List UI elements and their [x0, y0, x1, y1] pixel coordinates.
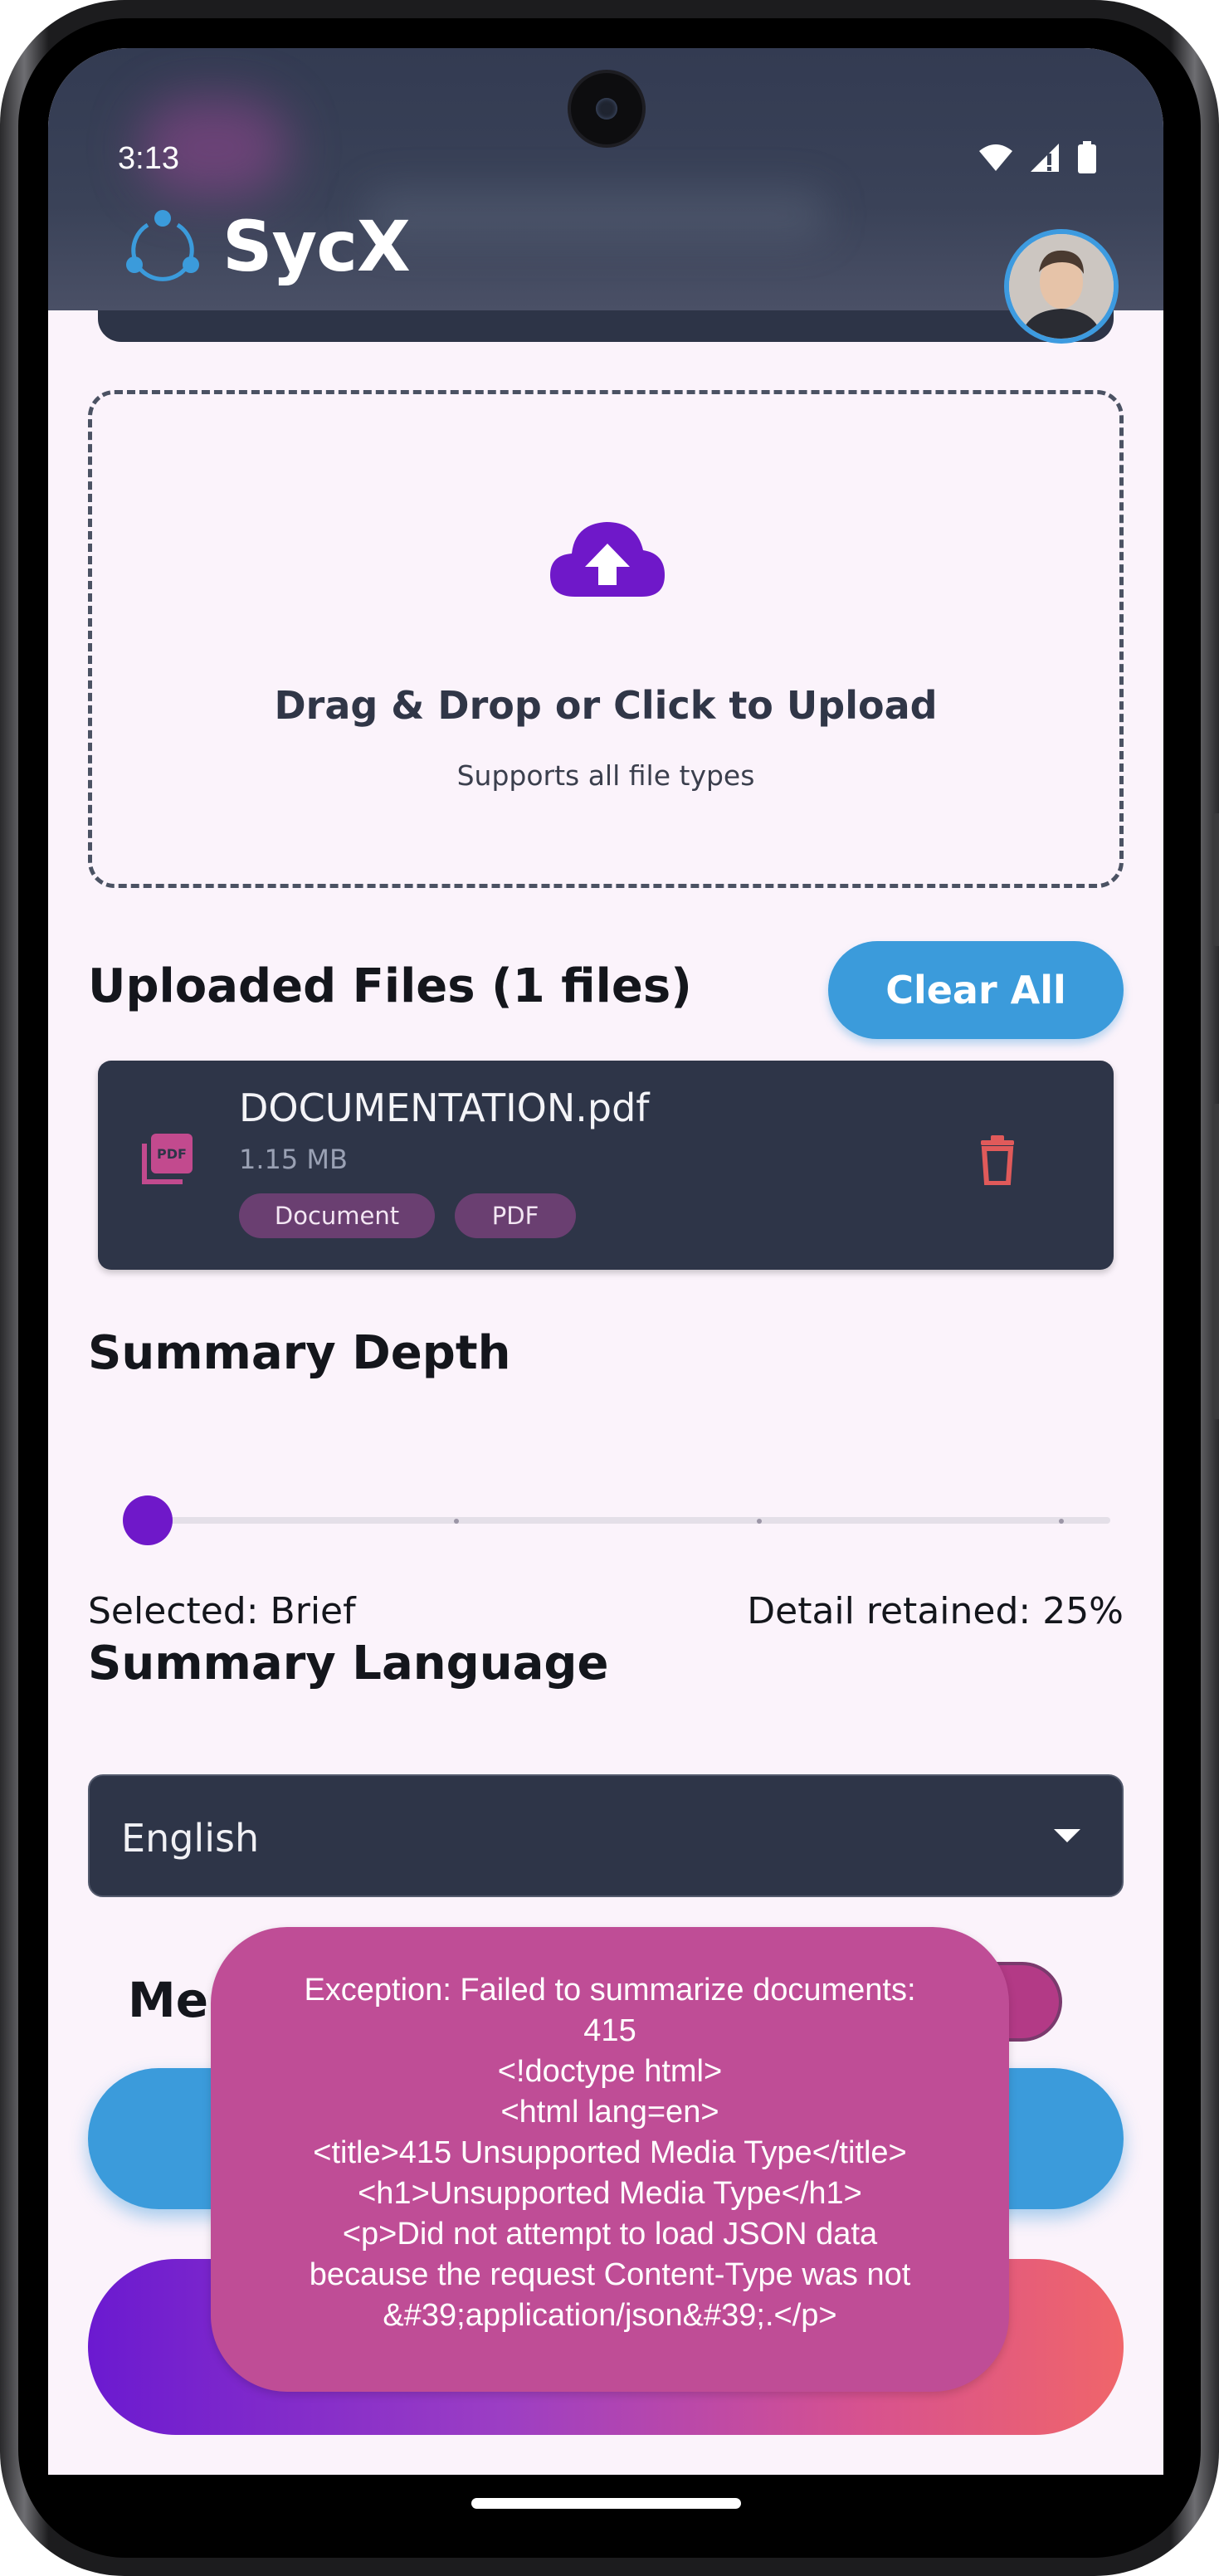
language-select[interactable]: English: [88, 1774, 1124, 1897]
summary-language-heading: Summary Language: [88, 1637, 609, 1690]
upload-title: Drag & Drop or Click to Upload: [274, 683, 938, 728]
file-card: PDF DOCUMENTATION.pdf 1.15 MB Document P…: [98, 1061, 1114, 1270]
upload-dropzone[interactable]: Drag & Drop or Click to Upload Supports …: [88, 390, 1124, 888]
upload-subtitle: Supports all file types: [456, 759, 755, 792]
header-blur: [363, 189, 828, 239]
home-indicator[interactable]: [471, 2498, 741, 2509]
clear-all-button[interactable]: Clear All: [828, 941, 1124, 1039]
svg-text:PDF: PDF: [157, 1146, 187, 1162]
error-toast: Exception: Failed to summarize documents…: [211, 1927, 1009, 2392]
status-icons: [978, 141, 1097, 174]
header-bottom-edge: [98, 310, 1114, 342]
cloud-upload-icon: [550, 522, 665, 597]
profile-avatar[interactable]: [1004, 229, 1119, 344]
front-camera: [571, 73, 642, 144]
signal-icon: [1031, 144, 1059, 172]
phone-frame: 3:13 SycX Drag & Drop or Click to Upload…: [0, 0, 1219, 2576]
app-logo-icon: [126, 210, 199, 281]
uploaded-files-heading: Uploaded Files (1 files): [88, 959, 692, 1013]
file-tag-chip: PDF: [455, 1193, 576, 1238]
delete-file-icon[interactable]: [978, 1135, 1017, 1185]
selected-depth-text: Selected: Brief: [88, 1590, 356, 1632]
depth-slider-tick: [454, 1519, 459, 1524]
detail-retained-text: Detail retained: 25%: [747, 1590, 1124, 1632]
power-button: [1212, 813, 1219, 946]
wifi-icon: [979, 144, 1012, 171]
file-tag-chip: Document: [239, 1193, 435, 1238]
app-brand: SycX: [123, 206, 411, 287]
dropdown-arrow-icon: [1054, 1829, 1080, 1842]
app-screen: 3:13 SycX Drag & Drop or Click to Upload…: [48, 48, 1163, 2475]
avatar-image: [1009, 234, 1114, 339]
file-size: 1.15 MB: [239, 1144, 348, 1175]
volume-button: [1212, 1104, 1219, 1419]
depth-slider-tick: [1059, 1519, 1064, 1524]
status-time: 3:13: [118, 141, 179, 176]
error-toast-message: Exception: Failed to summarize documents…: [304, 1973, 916, 2333]
depth-slider-thumb[interactable]: [123, 1495, 173, 1545]
language-selected-value: English: [121, 1816, 260, 1861]
pdf-file-icon: PDF: [142, 1134, 193, 1184]
depth-slider-track[interactable]: [146, 1517, 1110, 1524]
depth-slider-tick: [757, 1519, 762, 1524]
app-name: SycX: [222, 206, 411, 287]
battery-icon: [1078, 141, 1096, 173]
file-name: DOCUMENTATION.pdf: [239, 1086, 650, 1130]
summary-depth-heading: Summary Depth: [88, 1326, 511, 1380]
